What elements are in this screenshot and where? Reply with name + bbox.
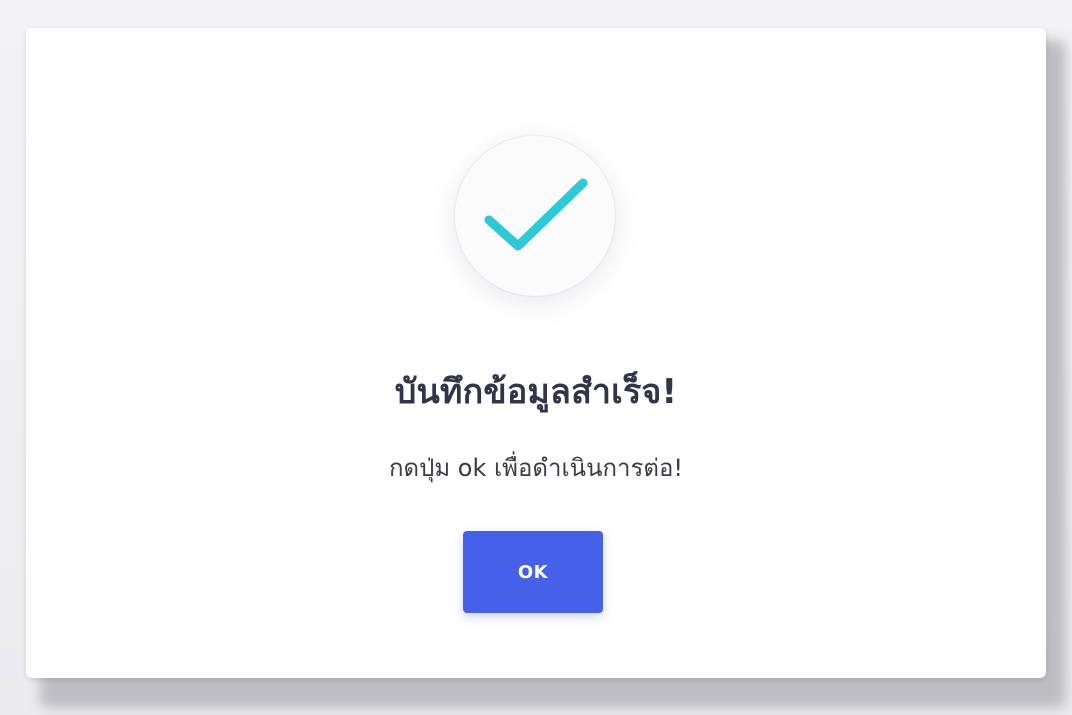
success-icon-circle — [455, 136, 615, 296]
ok-button[interactable]: OK — [463, 531, 603, 613]
screen: บันทึกข้อมูลสำเร็จ! กดปุ่ม ok เพื่อดำเนิ… — [0, 0, 1072, 715]
dialog-title: บันทึกข้อมูลสำเร็จ! — [394, 372, 678, 412]
success-dialog: บันทึกข้อมูลสำเร็จ! กดปุ่ม ok เพื่อดำเนิ… — [26, 28, 1046, 678]
check-icon — [484, 178, 588, 251]
dialog-message: กดปุ่ม ok เพื่อดำเนินการต่อ! — [388, 454, 684, 482]
